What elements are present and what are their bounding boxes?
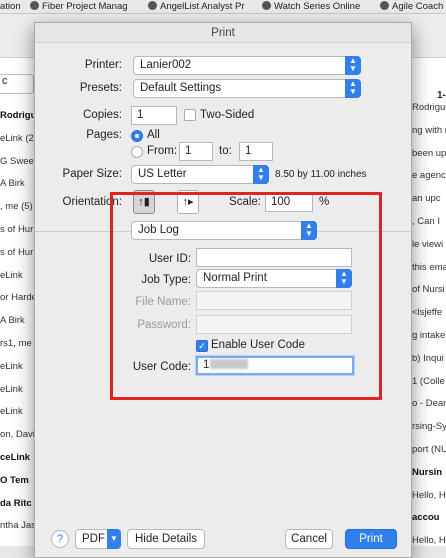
message-snippet[interactable]: rsing-Sy	[412, 421, 446, 432]
presets-label: Presets:	[79, 82, 122, 94]
bookmark-label: AngelList Analyst Pr	[160, 1, 245, 12]
message-snippet[interactable]: an upc	[412, 193, 446, 204]
angellist-icon	[148, 1, 157, 10]
bookmark-label: Fiber Project Manag	[42, 1, 128, 12]
message-snippet[interactable]: of Nursi	[412, 284, 446, 295]
bookmarks-bar: ation Fiber Project Manag AngelList Anal…	[0, 0, 446, 14]
paper-size-label: Paper Size:	[62, 168, 122, 180]
message-snippet[interactable]: o - Dean	[412, 398, 446, 409]
pages-to-label: to:	[219, 145, 232, 157]
message-snippet[interactable]: g intake	[412, 330, 446, 341]
chevron-updown-icon: ▲ ▼	[345, 79, 361, 98]
dialog-title: Print	[35, 23, 411, 43]
printer-value: Lanier002	[140, 59, 192, 71]
two-sided-label: Two-Sided	[200, 109, 255, 121]
message-snippet[interactable]: port (NU	[412, 444, 446, 455]
cancel-button[interactable]: Cancel	[285, 529, 333, 549]
spotify-icon	[380, 1, 389, 10]
message-snippet[interactable]: Hello, H	[412, 535, 446, 546]
pages-from-field[interactable]: 1	[179, 142, 213, 161]
bookmark-icon	[30, 1, 39, 10]
bookmark-label: Agile Coach	[392, 1, 444, 12]
message-snippet[interactable]: <lsjeffe	[412, 307, 446, 318]
message-snippet[interactable]: e agenc	[412, 170, 446, 181]
two-sided-checkbox[interactable]	[184, 109, 196, 121]
background-search-field[interactable]: c	[0, 74, 34, 94]
pages-from-radio[interactable]	[131, 146, 143, 158]
bookmark-item[interactable]: AngelList Analyst Pr	[148, 1, 245, 13]
bookmark-item[interactable]: Agile Coach	[380, 1, 443, 13]
copies-label: Copies:	[83, 109, 122, 121]
print-button[interactable]: Print	[345, 529, 397, 549]
chevron-down-icon: ▼	[107, 529, 121, 549]
background-page-count: 1-	[437, 90, 446, 101]
pages-to-text: to:	[219, 145, 232, 157]
printer-select[interactable]: Lanier002 ▲ ▼	[133, 56, 361, 75]
pages-all-label: All	[147, 129, 160, 141]
paper-size-description: 8.50 by 11.00 inches	[275, 169, 367, 180]
message-snippet[interactable]: ng with re	[412, 125, 446, 136]
highlight-annotation	[110, 192, 382, 400]
message-snippet[interactable]: le viewi	[412, 239, 446, 250]
pages-from-label: From:	[147, 145, 178, 157]
pages-to-field[interactable]: 1	[239, 142, 273, 161]
copies-field[interactable]: 1	[131, 106, 177, 125]
message-snippet[interactable]: b) Inqui	[412, 353, 446, 364]
bookmark-item[interactable]: Fiber Project Manag	[30, 1, 128, 13]
message-snippet[interactable]: been upo	[412, 148, 446, 159]
bookmark-icon	[262, 1, 271, 10]
message-snippet[interactable]: Nursin	[412, 467, 446, 478]
printer-label: Printer:	[84, 59, 122, 71]
message-snippet[interactable]: this ema	[412, 262, 446, 273]
message-snippet[interactable]: 1 (Colle	[412, 376, 446, 387]
pdf-menu-button[interactable]: PDF ▼	[75, 529, 121, 549]
bookmark-item[interactable]: ation	[0, 1, 21, 13]
help-button[interactable]: ?	[51, 530, 69, 548]
bookmark-label: ation	[0, 1, 21, 12]
bookmark-label: Watch Series Online	[274, 1, 361, 12]
message-snippet[interactable]: accou	[412, 512, 446, 523]
message-snippet[interactable]: Rodrigue	[412, 102, 446, 113]
pdf-label: PDF	[82, 533, 105, 545]
pages-label: Pages:	[86, 129, 122, 141]
pages-all-radio[interactable]	[131, 130, 143, 142]
presets-value: Default Settings	[140, 82, 222, 94]
chevron-updown-icon: ▲ ▼	[345, 56, 361, 75]
paper-size-value: US Letter	[138, 168, 187, 180]
message-snippet[interactable]: Hello, Hi	[412, 490, 446, 501]
hide-details-button[interactable]: Hide Details	[127, 529, 205, 549]
message-snippet[interactable]: , Can I	[412, 216, 446, 227]
paper-size-select[interactable]: US Letter ▲ ▼	[131, 165, 269, 184]
presets-select[interactable]: Default Settings ▲ ▼	[133, 79, 361, 98]
bookmark-item[interactable]: Watch Series Online	[262, 1, 360, 13]
chevron-updown-icon: ▲ ▼	[253, 165, 269, 184]
